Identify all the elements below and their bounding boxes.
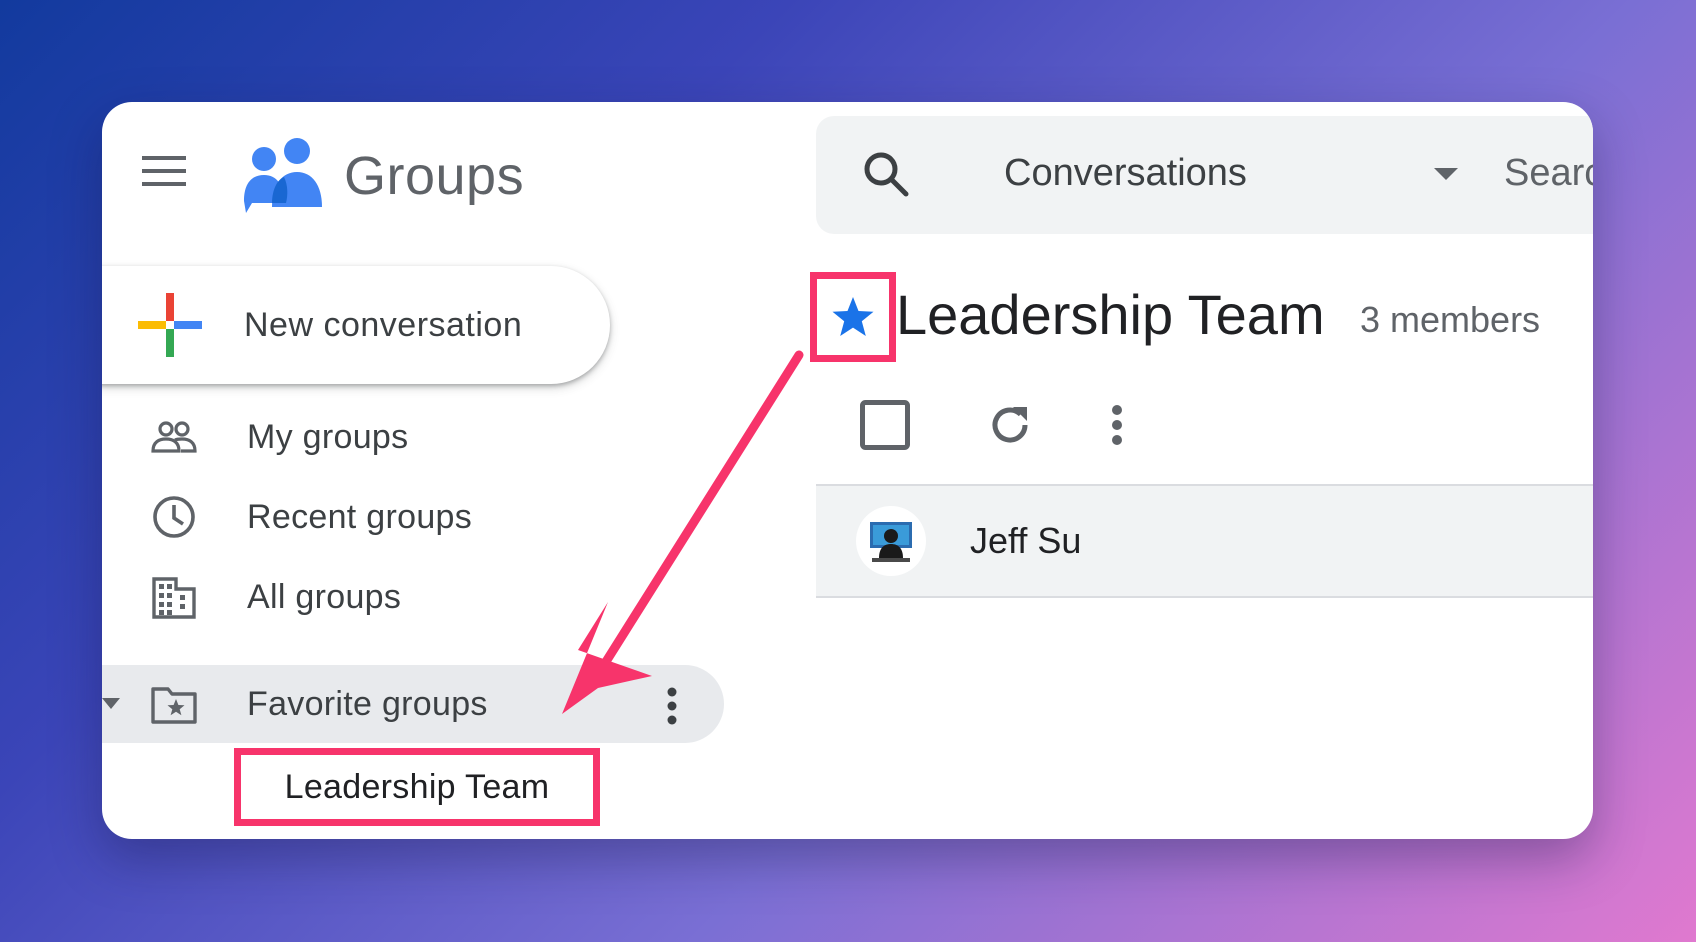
- search-scope-dropdown[interactable]: Conversations: [1004, 152, 1247, 195]
- avatar: [856, 506, 926, 576]
- new-conversation-label: New conversation: [244, 305, 523, 344]
- app-title: Groups: [344, 146, 525, 206]
- groups-logo-icon: [244, 138, 322, 213]
- plus-icon: [138, 293, 202, 357]
- star-icon: [832, 297, 874, 336]
- favorite-group-leadership-team[interactable]: Leadership Team: [234, 748, 600, 826]
- more-actions-icon[interactable]: [1111, 404, 1123, 446]
- conversation-row[interactable]: Jeff Su: [816, 484, 1593, 598]
- clock-icon: [153, 496, 195, 538]
- sidebar-item-label: Recent groups: [247, 497, 473, 536]
- select-all-checkbox-icon[interactable]: [860, 400, 910, 450]
- groups-logo[interactable]: Groups: [242, 137, 524, 215]
- sidebar-item-label: My groups: [247, 417, 409, 456]
- new-conversation-button[interactable]: New conversation: [102, 266, 610, 384]
- search-input[interactable]: Search: [1504, 152, 1593, 195]
- collapse-caret-icon[interactable]: [102, 698, 120, 710]
- sidebar-item-all-groups[interactable]: All groups: [102, 558, 724, 636]
- sidebar-item-recent-groups[interactable]: Recent groups: [102, 478, 724, 556]
- avatar-image: [870, 522, 912, 562]
- favorite-group-label: Leadership Team: [284, 767, 550, 806]
- building-icon: [152, 577, 196, 619]
- sidebar-item-label: Favorite groups: [247, 684, 488, 723]
- refresh-icon[interactable]: [987, 402, 1033, 448]
- sidebar-item-label: All groups: [247, 577, 402, 616]
- dropdown-arrow-icon[interactable]: [1434, 168, 1458, 180]
- star-folder-icon: [151, 687, 197, 724]
- sidebar-item-my-groups[interactable]: My groups: [102, 398, 724, 476]
- conversation-sender: Jeff Su: [970, 520, 1082, 561]
- more-options-icon[interactable]: [666, 687, 678, 725]
- group-title: Leadership Team: [896, 283, 1325, 346]
- sidebar-item-favorite-groups[interactable]: Favorite groups: [102, 665, 724, 743]
- people-icon: [151, 421, 197, 453]
- member-count[interactable]: 3 members: [1360, 299, 1540, 341]
- groups-window: Groups New conversation My groups Recent…: [102, 102, 1593, 839]
- search-bar[interactable]: Conversations Search: [816, 116, 1593, 234]
- main-menu-icon[interactable]: [142, 156, 186, 191]
- search-icon[interactable]: [862, 150, 910, 198]
- favorite-star-button[interactable]: [810, 272, 896, 362]
